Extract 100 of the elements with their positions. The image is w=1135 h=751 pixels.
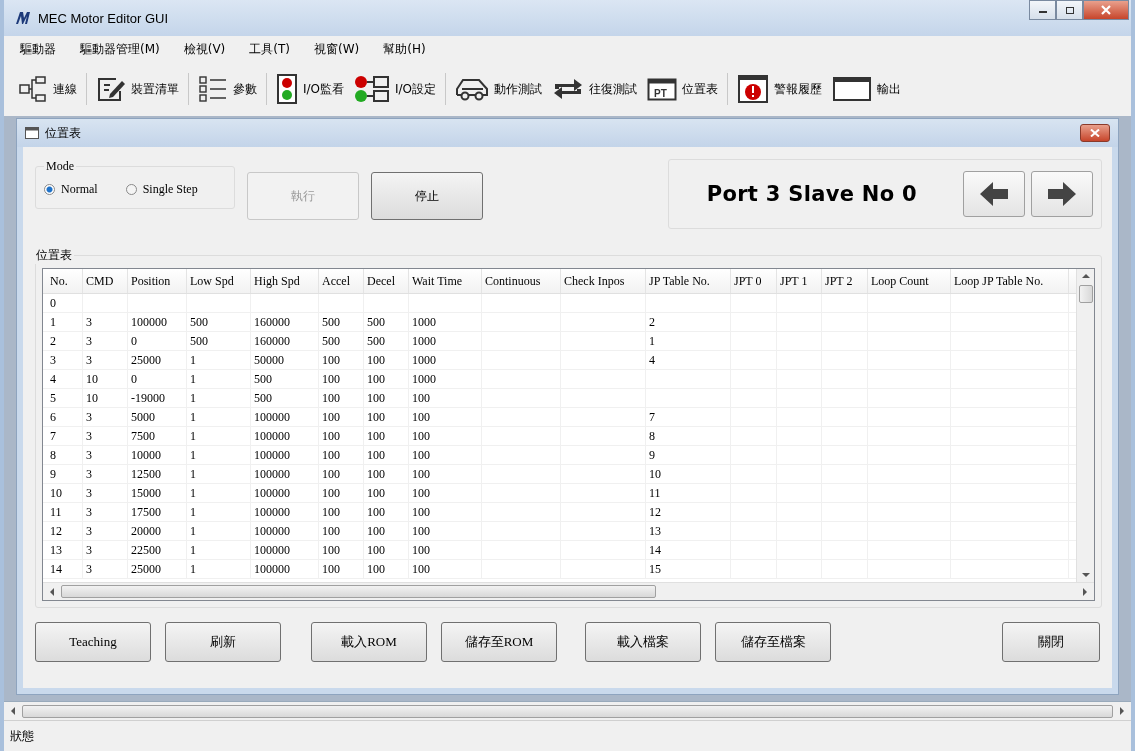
table-cell: 1 xyxy=(190,390,196,406)
column-header[interactable]: Low Spd xyxy=(187,269,251,293)
scroll-thumb[interactable] xyxy=(22,704,1113,718)
table-cell: 1000 xyxy=(412,371,436,387)
menu-item[interactable]: 工具(T) xyxy=(249,40,290,58)
table-cell: 100000 xyxy=(254,504,290,520)
footer-button[interactable]: 刷新 xyxy=(165,622,281,662)
table-cell: 25000 xyxy=(131,352,161,368)
column-header[interactable]: Wait Time xyxy=(409,269,482,293)
footer-button[interactable]: 關閉 xyxy=(1002,622,1100,662)
column-header[interactable]: JP Table No. xyxy=(646,269,731,293)
table-cell: 100 xyxy=(367,409,385,425)
scroll-thumb[interactable] xyxy=(1078,285,1093,303)
column-header[interactable]: Loop JP Table No. xyxy=(951,269,1069,293)
table-cell: 11 xyxy=(50,504,62,520)
table-cell: 2 xyxy=(649,314,655,330)
menu-item[interactable]: 檢視(V) xyxy=(183,40,226,58)
toolbar-button[interactable]: PT 位置表 xyxy=(643,74,723,104)
scroll-right-icon[interactable] xyxy=(1082,587,1088,596)
table-cell: 3 xyxy=(86,447,92,463)
scroll-up-icon[interactable] xyxy=(1081,273,1090,279)
table-cell: 160000 xyxy=(254,333,290,349)
menu-item[interactable]: 驅動器管理(M) xyxy=(80,40,160,58)
column-header[interactable]: Loop Count xyxy=(868,269,951,293)
table-cell: 1 xyxy=(190,371,196,387)
column-header[interactable]: Check Inpos xyxy=(561,269,646,293)
next-button[interactable] xyxy=(1031,171,1093,217)
horizontal-scrollbar[interactable] xyxy=(4,701,1131,720)
table-cell: 160000 xyxy=(254,314,290,330)
table-cell: 100000 xyxy=(254,447,290,463)
scroll-left-icon[interactable] xyxy=(49,587,55,596)
scroll-right-icon[interactable] xyxy=(1119,707,1125,715)
table-cell: 13 xyxy=(649,523,661,539)
radio-option[interactable]: Single Step xyxy=(125,181,198,197)
menu-item[interactable]: 幫助(H) xyxy=(383,40,426,58)
column-header[interactable]: Decel xyxy=(364,269,409,293)
table-cell: 100 xyxy=(412,409,430,425)
column-header[interactable]: Continuous xyxy=(482,269,561,293)
table-cell: 100 xyxy=(322,352,340,368)
toolbar-button[interactable]: 裝置清單 xyxy=(92,73,183,105)
minimize-button[interactable] xyxy=(1029,0,1056,20)
column-header[interactable]: JPT 1 xyxy=(777,269,822,293)
footer-button[interactable]: 儲存至檔案 xyxy=(715,622,831,662)
vertical-scrollbar[interactable] xyxy=(1076,269,1094,582)
table-cell: 1 xyxy=(190,428,196,444)
table-cell: 7 xyxy=(50,428,56,444)
toolbar-button[interactable]: 往復測試 xyxy=(548,73,642,105)
column-header[interactable]: JPT 0 xyxy=(731,269,777,293)
table-cell: 1000 xyxy=(412,352,436,368)
table-cell: 100 xyxy=(367,428,385,444)
scroll-thumb[interactable] xyxy=(61,585,656,598)
column-header[interactable]: CMD xyxy=(83,269,128,293)
table-cell: 100000 xyxy=(254,409,290,425)
table-cell: 0 xyxy=(131,333,137,349)
table-cell: 14 xyxy=(649,542,661,558)
table-cell: 3 xyxy=(86,428,92,444)
table-cell: 1 xyxy=(190,447,196,463)
menu-item[interactable]: 視窗(W) xyxy=(314,40,360,58)
table-cell: 500 xyxy=(322,314,340,330)
maximize-button[interactable] xyxy=(1056,0,1083,20)
footer-button[interactable]: Teaching xyxy=(35,622,151,662)
close-button[interactable] xyxy=(1080,124,1110,142)
toolbar-button[interactable]: 動作測試 xyxy=(451,73,547,105)
column-header[interactable]: JPT 2 xyxy=(822,269,868,293)
footer-button[interactable]: 儲存至ROM xyxy=(441,622,557,662)
footer-button[interactable]: 載入檔案 xyxy=(585,622,701,662)
output-window-icon xyxy=(832,76,873,102)
table-cell: 8 xyxy=(50,447,56,463)
table-cell: 12 xyxy=(649,504,661,520)
table-cell: 3 xyxy=(86,352,92,368)
table-cell: 15 xyxy=(649,561,661,577)
table-cell: 2 xyxy=(50,333,56,349)
toolbar-button[interactable]: 警報履歷 xyxy=(733,72,827,106)
scroll-down-icon[interactable] xyxy=(1081,572,1090,578)
toolbar-button[interactable]: 參數 xyxy=(194,73,261,105)
list-icon xyxy=(198,75,228,103)
radio-option[interactable]: Normal xyxy=(44,181,98,197)
table-cell: 3 xyxy=(86,314,92,330)
table-cell: 100 xyxy=(412,390,430,406)
table-cell: 1 xyxy=(190,561,196,577)
menu-item[interactable]: 驅動器 xyxy=(20,40,56,58)
table-cell: 7500 xyxy=(131,428,155,444)
toolbar-button[interactable]: 連線 xyxy=(14,73,81,105)
table-cell: 500 xyxy=(367,333,385,349)
toolbar-button[interactable]: 輸出 xyxy=(828,74,906,104)
action-button[interactable]: 停止 xyxy=(371,172,483,220)
scroll-left-icon[interactable] xyxy=(10,707,16,715)
table-cell: 100 xyxy=(367,447,385,463)
close-button[interactable] xyxy=(1083,0,1129,20)
footer-button[interactable]: 載入ROM xyxy=(311,622,427,662)
table-cell: 3 xyxy=(86,504,92,520)
column-header[interactable]: High Spd xyxy=(251,269,319,293)
table-cell: 3 xyxy=(86,542,92,558)
previous-button[interactable] xyxy=(963,171,1025,217)
column-header[interactable]: Accel xyxy=(319,269,364,293)
column-header[interactable]: Position xyxy=(128,269,187,293)
table-cell: 17500 xyxy=(131,504,161,520)
toolbar-button[interactable]: I/O監看 xyxy=(272,72,349,106)
column-header[interactable]: No. xyxy=(43,269,83,293)
toolbar-button[interactable]: I/O設定 xyxy=(350,73,441,105)
